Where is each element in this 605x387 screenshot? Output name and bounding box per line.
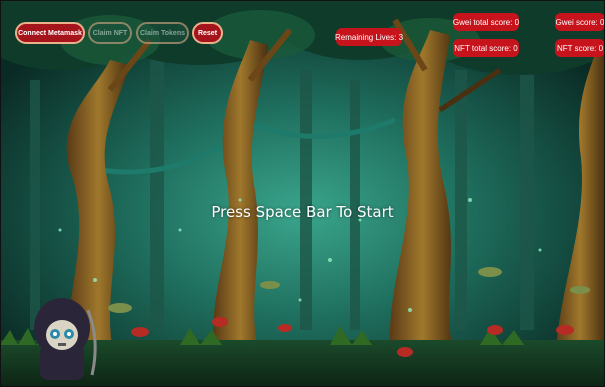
remaining-lives-badge: Remaining Lives: 3 [335, 28, 403, 46]
gwei-total-score-badge: Gwei total score: 0 [453, 13, 519, 31]
game-stage[interactable]: Connect Metamask Claim NFT Claim Tokens … [0, 0, 605, 387]
claim-nft-button[interactable]: Claim NFT [88, 22, 132, 44]
nft-score-badge: NFT score: 0 [555, 39, 605, 57]
gwei-score-badge: Gwei score: 0 [555, 13, 605, 31]
start-prompt: Press Space Bar To Start [211, 203, 394, 221]
connect-metamask-button[interactable]: Connect Metamask [15, 22, 85, 44]
forest-background [0, 0, 605, 387]
nft-total-score-badge: NFT total score: 0 [453, 39, 519, 57]
claim-tokens-button[interactable]: Claim Tokens [136, 22, 189, 44]
reset-button[interactable]: Reset [192, 22, 223, 44]
